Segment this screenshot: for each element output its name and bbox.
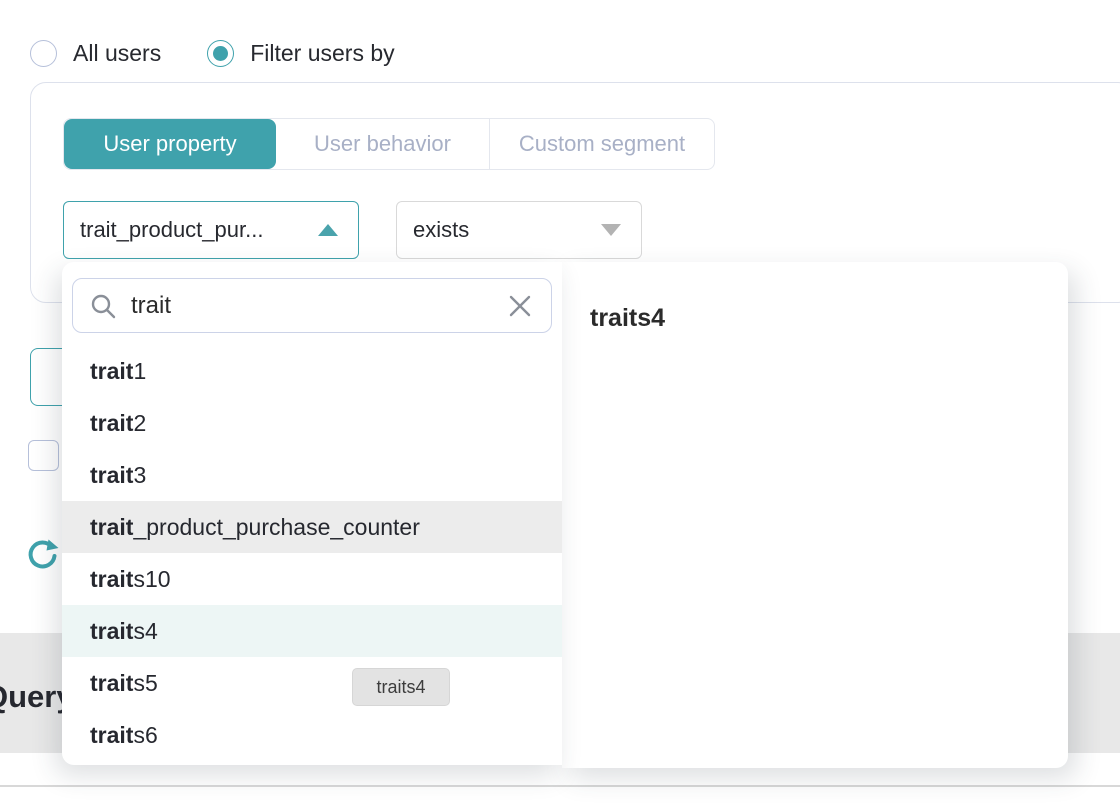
radio-all-users-label: All users <box>73 40 161 67</box>
filter-type-tabs: User property User behavior Custom segme… <box>63 118 715 170</box>
radio-all-users[interactable] <box>30 40 57 67</box>
preview-property-name: traits4 <box>590 304 665 333</box>
search-icon <box>89 292 117 320</box>
list-item-trait1[interactable]: trait1 <box>62 345 562 397</box>
property-list: trait1 trait2 trait3 trait_product_purch… <box>62 345 562 761</box>
property-select-value: trait_product_pur... <box>80 217 263 243</box>
partial-checkbox[interactable] <box>28 440 59 471</box>
list-item-trait3[interactable]: trait3 <box>62 449 562 501</box>
list-item-trait2[interactable]: trait2 <box>62 397 562 449</box>
radio-filter-users-by[interactable] <box>207 40 234 67</box>
radio-filter-users-by-label: Filter users by <box>250 40 394 67</box>
filter-mode-radio-group: All users Filter users by <box>30 40 395 67</box>
list-item-traits4[interactable]: traits4 <box>62 605 562 657</box>
refresh-icon[interactable] <box>26 537 60 571</box>
list-item-traits5[interactable]: traits5 <box>62 657 562 709</box>
property-dropdown-popup: trait1 trait2 trait3 trait_product_purch… <box>62 262 562 765</box>
tab-custom-segment[interactable]: Custom segment <box>490 119 714 169</box>
dropdown-search-box[interactable] <box>72 278 552 333</box>
list-item-traits6[interactable]: traits6 <box>62 709 562 761</box>
property-select[interactable]: trait_product_pur... <box>63 201 359 259</box>
operator-select-value: exists <box>413 217 469 243</box>
clear-icon[interactable] <box>507 293 533 319</box>
chevron-up-icon <box>318 224 338 236</box>
list-item-trait-product-purchase-counter[interactable]: trait_product_purchase_counter <box>62 501 562 553</box>
radio-option-filter-users-by[interactable]: Filter users by <box>207 40 394 67</box>
tab-user-behavior[interactable]: User behavior <box>276 119 490 169</box>
radio-option-all-users[interactable]: All users <box>30 40 161 67</box>
tooltip: traits4 <box>352 668 450 706</box>
tab-user-property[interactable]: User property <box>64 119 276 169</box>
list-item-traits10[interactable]: traits10 <box>62 553 562 605</box>
operator-select[interactable]: exists <box>396 201 642 259</box>
segment-filter-page: { "colors": { "accent_teal": "#3fa2ac", … <box>0 0 1120 812</box>
search-input[interactable] <box>131 292 507 320</box>
chevron-down-icon <box>601 224 621 236</box>
section-divider <box>0 785 1120 787</box>
property-preview-panel: traits4 <box>562 262 1068 768</box>
